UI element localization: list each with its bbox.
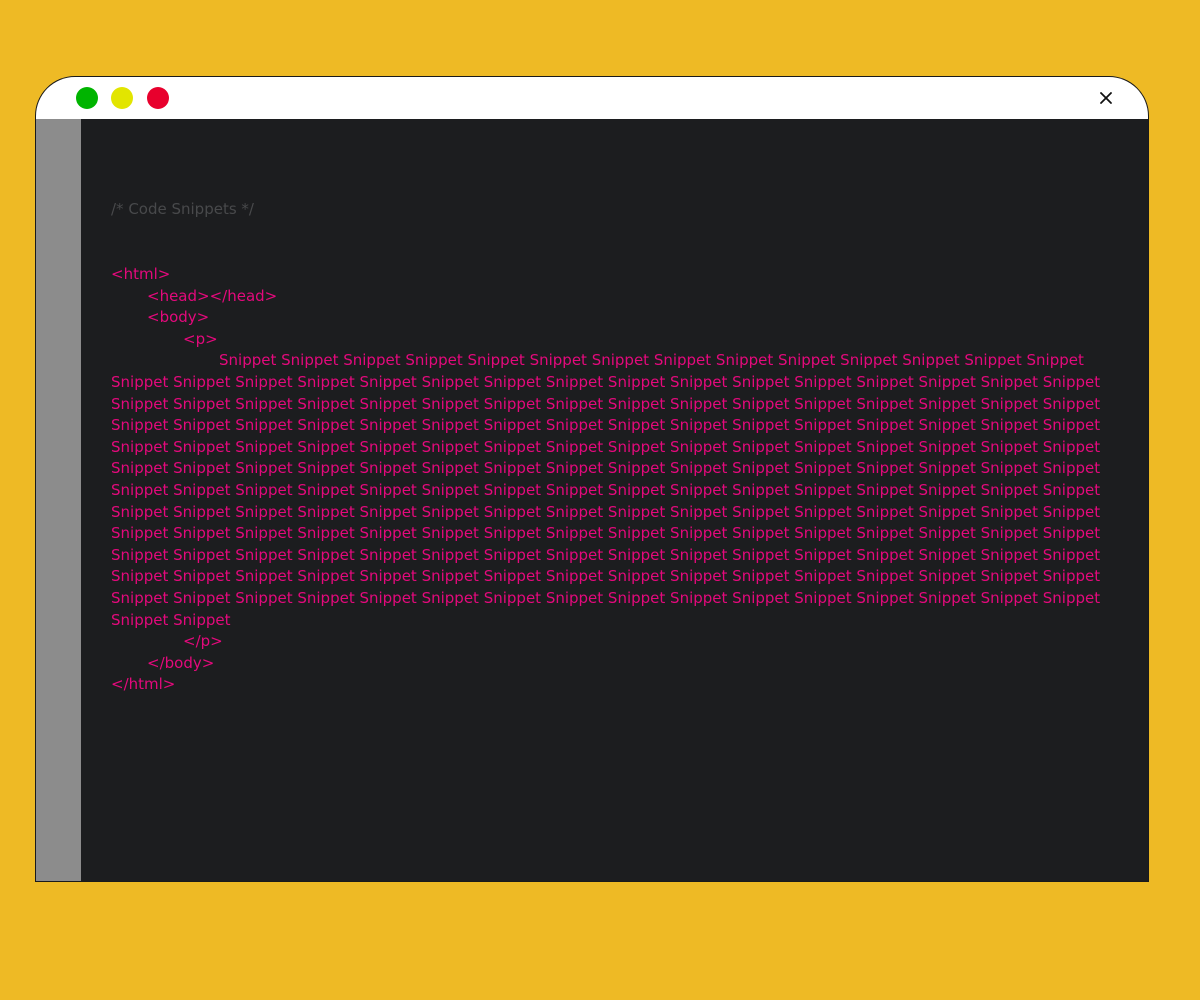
code-line-p-open: <p> [183, 329, 218, 348]
code-block: <html> <head></head> <body> <p> Snippet … [111, 264, 1111, 696]
code-line-head: <head></head> [147, 286, 278, 305]
paragraph-line: Snippet Snippet Snippet Snippet Snippet … [111, 372, 1101, 391]
paragraph-line: Snippet Snippet Snippet Snippet Snippet … [111, 394, 1101, 413]
code-comment: /* Code Snippets */ [111, 200, 254, 218]
line-number-gutter [36, 119, 81, 881]
editor-window: /* Code Snippets */ <html> <head></head>… [35, 76, 1149, 882]
paragraph-line: Snippet Snippet Snippet Snippet Snippet … [111, 545, 1101, 564]
window-minimize-button[interactable] [111, 87, 133, 109]
paragraph-line: Snippet Snippet [111, 610, 231, 629]
paragraph-line: Snippet Snippet Snippet Snippet Snippet … [111, 567, 1101, 586]
code-line-p-close: </p> [183, 632, 223, 651]
code-editor[interactable]: /* Code Snippets */ <html> <head></head>… [81, 119, 1148, 881]
code-line-html-open: <html> [111, 265, 171, 283]
code-line-body-close: </body> [147, 653, 215, 672]
code-line-body-open: <body> [147, 308, 210, 327]
paragraph-line: Snippet Snippet Snippet Snippet Snippet … [219, 351, 1084, 370]
title-bar [36, 77, 1148, 119]
paragraph-line: Snippet Snippet Snippet Snippet Snippet … [111, 502, 1101, 521]
paragraph-line: Snippet Snippet Snippet Snippet Snippet … [111, 524, 1101, 543]
paragraph-line: Snippet Snippet Snippet Snippet Snippet … [111, 588, 1101, 607]
paragraph-line: Snippet Snippet Snippet Snippet Snippet … [111, 480, 1101, 499]
paragraph-line: Snippet Snippet Snippet Snippet Snippet … [111, 459, 1101, 478]
close-icon[interactable] [1097, 89, 1115, 107]
paragraph-line: Snippet Snippet Snippet Snippet Snippet … [111, 437, 1101, 456]
code-line-html-close: </html> [111, 675, 176, 694]
paragraph-line: Snippet Snippet Snippet Snippet Snippet … [111, 416, 1101, 435]
window-zoom-button[interactable] [76, 87, 98, 109]
window-close-dot-button[interactable] [147, 87, 169, 109]
